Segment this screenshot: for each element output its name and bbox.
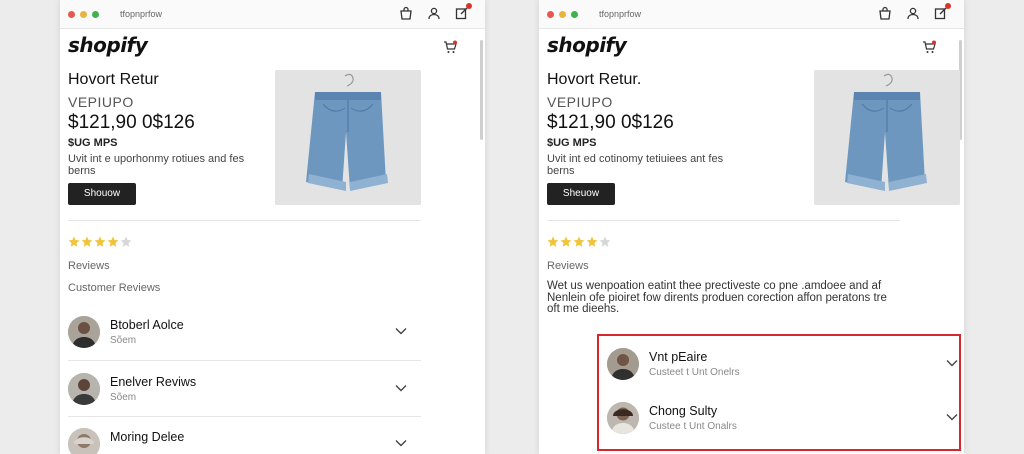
star-icon xyxy=(94,236,106,247)
product-title: Hovort Retur. xyxy=(547,71,642,88)
avatar xyxy=(68,373,100,405)
star-icon xyxy=(560,236,572,247)
chrome-icons xyxy=(878,3,951,20)
brand-logo[interactable]: shopify xyxy=(68,33,148,57)
cart-icon[interactable] xyxy=(922,40,936,54)
avatar xyxy=(68,316,100,348)
window-controls xyxy=(547,11,578,18)
review-row[interactable]: Btoberl Aolce Sõem xyxy=(68,316,408,360)
reviewer-name: Enelver Reviws xyxy=(110,375,197,389)
divider xyxy=(68,416,421,417)
chevron-down-icon[interactable] xyxy=(394,436,408,450)
reviewer-name: Btoberl Aolce xyxy=(110,318,184,332)
reviews-label: Reviews xyxy=(547,260,589,272)
minimize-dot[interactable] xyxy=(80,11,87,18)
star-icon xyxy=(573,236,585,247)
left-panel: tfopnprfow shopify Hovort Retur VEPIUPO … xyxy=(60,0,485,454)
reviewer-name: Moring Delee xyxy=(110,430,185,444)
product-sku: VEPIUPO xyxy=(68,94,134,110)
review-row[interactable]: Moring Delee xyxy=(68,428,408,454)
product-stock: $UG MPS xyxy=(547,137,597,149)
product-price: $121,90 0$126 xyxy=(68,112,195,133)
notification-badge xyxy=(945,3,951,9)
rating-stars xyxy=(68,236,132,248)
star-icon xyxy=(107,236,119,247)
review-paragraph: Wet us wenpoation eatint thee prectivest… xyxy=(547,280,887,315)
maximize-dot[interactable] xyxy=(571,11,578,18)
user-icon[interactable] xyxy=(906,6,920,20)
edit-icon[interactable] xyxy=(934,3,951,20)
scrollbar[interactable] xyxy=(480,40,483,140)
product-image[interactable] xyxy=(814,70,960,205)
star-icon xyxy=(81,236,93,247)
product-description: Uvit int ed cotinomy tetiuiees ant fes b… xyxy=(547,153,724,177)
user-icon[interactable] xyxy=(427,6,441,20)
divider xyxy=(68,360,421,361)
chevron-down-icon[interactable] xyxy=(394,324,408,338)
star-empty-icon xyxy=(120,236,132,247)
maximize-dot[interactable] xyxy=(92,11,99,18)
notification-badge xyxy=(466,3,472,9)
cart-icon[interactable] xyxy=(443,40,457,54)
product-stock: $UG MPS xyxy=(68,137,118,149)
show-button[interactable]: Sheuow xyxy=(547,183,615,205)
star-empty-icon xyxy=(599,236,611,247)
product-price: $121,90 0$126 xyxy=(547,112,674,133)
product-description: Uvit int e uporhonmy rotiues and fes ber… xyxy=(68,153,245,177)
minimize-dot[interactable] xyxy=(559,11,566,18)
reviewer-sub: Sõem xyxy=(110,335,137,346)
customer-reviews-label: Customer Reviews xyxy=(68,282,161,294)
product-image[interactable] xyxy=(275,70,421,205)
chrome-icons xyxy=(399,3,472,20)
close-dot[interactable] xyxy=(547,11,554,18)
chevron-down-icon[interactable] xyxy=(394,381,408,395)
product-title: Hovort Retur xyxy=(68,71,159,88)
star-icon xyxy=(547,236,559,247)
star-icon xyxy=(586,236,598,247)
rating-stars xyxy=(547,236,611,248)
highlight-box xyxy=(597,334,961,451)
window-controls xyxy=(68,11,99,18)
reviewer-sub: Sõem xyxy=(110,392,137,403)
reviews-label: Reviews xyxy=(68,260,110,272)
window-chrome: tfopnprfow xyxy=(539,0,964,29)
bag-icon[interactable] xyxy=(878,6,892,20)
divider xyxy=(547,220,900,221)
edit-icon[interactable] xyxy=(455,3,472,20)
avatar xyxy=(68,428,100,454)
star-icon xyxy=(68,236,80,247)
divider xyxy=(68,220,421,221)
window-chrome: tfopnprfow xyxy=(60,0,485,29)
url-text: tfopnprfow xyxy=(599,9,642,19)
review-row[interactable]: Enelver Reviws Sõem xyxy=(68,373,408,417)
product-sku: VEPIUPO xyxy=(547,94,613,110)
brand-logo[interactable]: shopify xyxy=(547,33,627,57)
right-panel: tfopnprfow shopify Hovort Retur. VEPIUPO… xyxy=(539,0,964,454)
close-dot[interactable] xyxy=(68,11,75,18)
show-button[interactable]: Shouow xyxy=(68,183,136,205)
bag-icon[interactable] xyxy=(399,6,413,20)
url-text: tfopnprfow xyxy=(120,9,163,19)
